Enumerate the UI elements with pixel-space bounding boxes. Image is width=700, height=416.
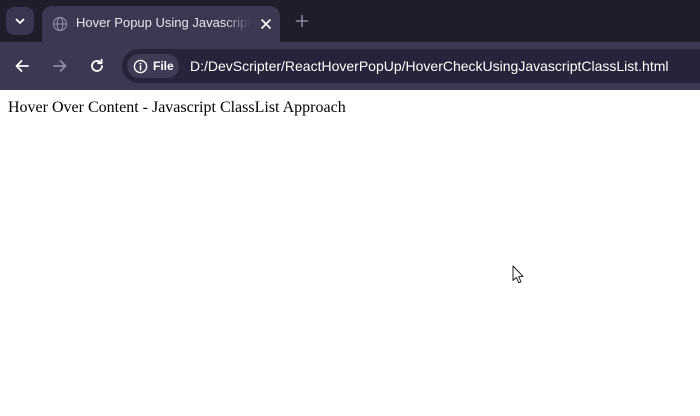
tab-strip: Hover Popup Using Javascript ClassList bbox=[0, 0, 700, 42]
reload-button[interactable] bbox=[85, 54, 109, 78]
tab-search-button[interactable] bbox=[6, 7, 34, 35]
chevron-down-icon bbox=[15, 18, 25, 24]
new-tab-button[interactable] bbox=[291, 10, 313, 32]
site-info-chip[interactable]: File bbox=[127, 54, 179, 78]
toolbar: File D:/DevScripter/ReactHoverPopUp/Hove… bbox=[0, 42, 700, 90]
mouse-pointer-icon bbox=[512, 265, 524, 284]
reload-icon bbox=[91, 58, 103, 72]
page-content: Hover Over Content - Javascript ClassLis… bbox=[0, 90, 700, 416]
globe-icon bbox=[52, 16, 68, 32]
tab-close-button[interactable] bbox=[256, 14, 276, 34]
close-icon bbox=[261, 19, 271, 29]
back-button[interactable] bbox=[10, 54, 34, 78]
info-icon bbox=[133, 59, 148, 73]
arrow-right-icon bbox=[53, 60, 67, 72]
forward-button[interactable] bbox=[48, 54, 72, 78]
address-bar[interactable]: File D:/DevScripter/ReactHoverPopUp/Hove… bbox=[122, 49, 700, 83]
url-text[interactable]: D:/DevScripter/ReactHoverPopUp/HoverChec… bbox=[190, 57, 669, 75]
browser-window: Hover Popup Using Javascript ClassList bbox=[0, 0, 700, 416]
tab-title: Hover Popup Using Javascript ClassList bbox=[76, 15, 250, 30]
site-chip-label: File bbox=[153, 59, 174, 73]
page-heading: Hover Over Content - Javascript ClassLis… bbox=[8, 99, 346, 116]
arrow-left-icon bbox=[15, 60, 29, 72]
plus-icon bbox=[295, 14, 309, 28]
tab-active[interactable]: Hover Popup Using Javascript ClassList bbox=[42, 6, 280, 42]
